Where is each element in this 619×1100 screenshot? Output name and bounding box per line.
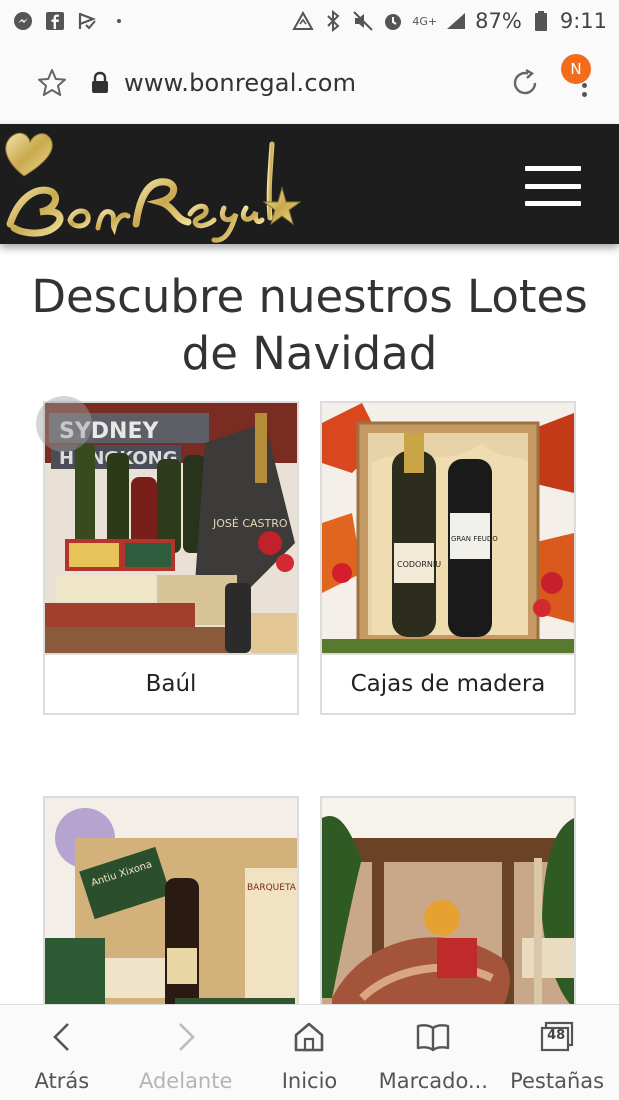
alarm-icon — [382, 10, 404, 32]
menu-button[interactable] — [525, 166, 581, 206]
menu-bar — [525, 166, 581, 171]
image-text-jose-castro: JOSÉ CASTRO — [212, 517, 288, 530]
battery-percent: 87% — [475, 9, 522, 33]
image-text-codorniu: CODORNIU — [397, 560, 441, 569]
status-bar: 4G+ 87% 9:11 — [0, 0, 619, 42]
bookmarks-label: Marcado... — [378, 1069, 488, 1093]
bookmarks-button[interactable]: Marcado... — [371, 1005, 495, 1100]
back-label: Atrás — [34, 1069, 90, 1093]
star-icon[interactable] — [36, 67, 68, 99]
home-button[interactable]: Inicio — [248, 1005, 372, 1100]
product-card-baul[interactable]: SYDNEY HONGKONG JOSÉ CASTRO Baúl — [43, 401, 299, 715]
product-label[interactable]: Baúl — [45, 653, 297, 713]
browser-address-bar: www.bonregal.com — [0, 42, 619, 124]
chevron-right-icon — [174, 1019, 198, 1055]
flag-check-icon — [76, 10, 98, 32]
menu-bar — [525, 183, 581, 189]
bonregal-logo[interactable] — [0, 124, 310, 244]
signal-icon — [445, 10, 467, 32]
messenger-icon — [12, 10, 34, 32]
browser-bottom-toolbar: Atrás Adelante Inicio Marcado... 48 Pest… — [0, 1004, 619, 1100]
data-saver-icon — [292, 10, 315, 32]
clock: 9:11 — [559, 9, 607, 33]
bluetooth-icon — [322, 10, 344, 32]
tabs-label: Pestañas — [510, 1069, 605, 1093]
mute-icon — [352, 10, 374, 32]
reload-icon[interactable] — [508, 66, 542, 100]
facebook-icon — [44, 10, 66, 32]
scroll-indicator[interactable] — [36, 396, 92, 452]
menu-bar — [525, 201, 581, 206]
image-text-gran-feudo: GRAN FEUDO — [451, 535, 498, 543]
home-label: Inicio — [281, 1069, 338, 1093]
product-label[interactable]: Cajas de madera — [322, 653, 574, 713]
back-button[interactable]: Atrás — [0, 1005, 124, 1100]
dot-icon — [108, 10, 130, 32]
bookmarks-icon — [415, 1019, 451, 1055]
more-options-icon[interactable] — [582, 83, 587, 97]
forward-label: Adelante — [138, 1069, 233, 1093]
url-text[interactable]: www.bonregal.com — [124, 69, 356, 97]
battery-icon — [530, 10, 552, 32]
lock-icon — [90, 71, 110, 95]
tab-count: 48 — [547, 1028, 566, 1043]
chevron-left-icon — [50, 1019, 74, 1055]
page-title: Descubre nuestros Lotes de Navidad — [31, 270, 588, 380]
site-header — [0, 124, 619, 244]
home-icon — [292, 1019, 326, 1055]
product-image-cajas[interactable]: CODORNIU GRAN FEUDO — [322, 403, 574, 653]
tabs-button[interactable]: 48 Pestañas — [495, 1005, 619, 1100]
notification-badge[interactable]: N — [561, 54, 591, 84]
product-card-cajas-de-madera[interactable]: CODORNIU GRAN FEUDO Cajas de madera — [320, 401, 576, 715]
image-text-barqueta: BARQUETA — [247, 883, 297, 893]
network-type: 4G+ — [412, 14, 438, 28]
tabs-icon: 48 — [539, 1019, 575, 1055]
forward-button[interactable]: Adelante — [124, 1005, 248, 1100]
